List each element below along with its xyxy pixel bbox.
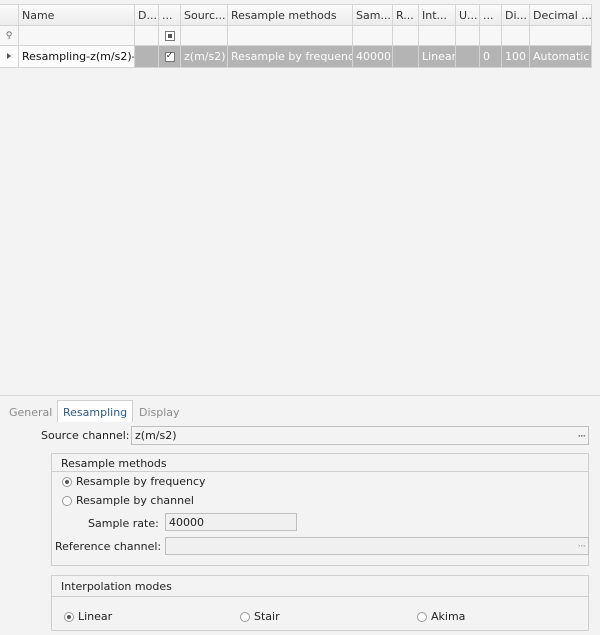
tab-general[interactable]: General <box>4 402 57 423</box>
radio-button-akima[interactable] <box>417 611 427 622</box>
radio-button-stair[interactable] <box>240 611 250 622</box>
filter-check[interactable] <box>159 26 181 45</box>
col-header-indicator <box>0 5 19 25</box>
resample-methods-title: Resample methods <box>61 457 167 470</box>
filter-decimal[interactable] <box>530 26 592 45</box>
sample-rate-input[interactable]: 40000 <box>165 513 297 531</box>
radio-label-linear: Linear <box>78 610 113 623</box>
col-header-interpolation[interactable]: Int... <box>419 5 456 25</box>
filter-sample-rate[interactable] <box>353 26 393 45</box>
filter-resample-methods[interactable] <box>228 26 353 45</box>
filter-dots[interactable] <box>480 26 502 45</box>
radio-label-frequency: Resample by frequency <box>76 475 206 488</box>
filter-interpolation[interactable] <box>419 26 456 45</box>
cell-u[interactable] <box>456 46 480 67</box>
cell-check[interactable]: ✓ <box>159 46 181 67</box>
sample-rate-value: 40000 <box>169 515 204 529</box>
cell-name[interactable]: Resampling-z(m/s2)-1 <box>19 46 135 67</box>
row-checkbox[interactable]: ✓ <box>164 51 175 62</box>
source-channel-value: z(m/s2) <box>135 429 177 442</box>
filter-pin-icon: ⚲ <box>0 26 19 45</box>
radio-interpolation-akima[interactable]: Akima <box>417 610 465 623</box>
col-header-dots[interactable]: ... <box>480 5 502 25</box>
filter-d[interactable] <box>135 26 159 45</box>
col-header-decimal[interactable]: Decimal ... <box>530 5 592 25</box>
interpolation-modes-title: Interpolation modes <box>61 580 172 593</box>
filter-row: ⚲ <box>0 26 592 46</box>
col-header-d[interactable]: D... <box>135 5 159 25</box>
radio-resample-by-channel[interactable]: Resample by channel <box>62 494 194 507</box>
table-row[interactable]: Resampling-z(m/s2)-1 ✓ z(m/s2) Resample … <box>0 46 592 68</box>
filter-di[interactable] <box>502 26 530 45</box>
radio-button-frequency[interactable] <box>62 476 72 487</box>
reference-channel-browse-button[interactable]: ··· <box>578 540 586 553</box>
cell-sample-rate[interactable]: 40000 <box>353 46 393 67</box>
resample-methods-group: Resample methods Resample by frequency R… <box>51 453 589 566</box>
cell-decimal[interactable]: Automatic <box>530 46 592 67</box>
radio-resample-by-frequency[interactable]: Resample by frequency <box>62 475 206 488</box>
cell-source[interactable]: z(m/s2) <box>181 46 228 67</box>
source-channel-browse-button[interactable]: ··· <box>578 429 586 442</box>
col-header-check[interactable]: ... <box>159 5 181 25</box>
cell-interpolation[interactable]: Linear <box>419 46 456 67</box>
col-header-name[interactable]: Name <box>19 5 135 25</box>
reference-channel-label: Reference channel: <box>55 540 162 553</box>
col-header-sample-rate[interactable]: Sam... <box>353 5 393 25</box>
resampling-panel: Source channel: z(m/s2) ··· Resample met… <box>0 422 600 635</box>
cell-resample-method[interactable]: Resample by frequency <box>228 46 353 67</box>
radio-interpolation-linear[interactable]: Linear <box>64 610 112 623</box>
filter-source[interactable] <box>181 26 228 45</box>
cell-di[interactable]: 100 <box>502 46 530 67</box>
interpolation-modes-group: Interpolation modes Linear Stair Akima <box>51 575 589 631</box>
radio-interpolation-stair[interactable]: Stair <box>240 610 280 623</box>
tab-display[interactable]: Display <box>134 402 185 423</box>
col-header-u[interactable]: U... <box>456 5 480 25</box>
reference-channel-field[interactable]: ··· <box>165 537 589 555</box>
tab-resampling[interactable]: Resampling <box>57 400 134 423</box>
filter-r[interactable] <box>393 26 419 45</box>
sample-rate-label: Sample rate: <box>88 517 159 530</box>
radio-label-channel: Resample by channel <box>76 494 194 507</box>
tabs-bar: General Resampling Display <box>0 395 600 423</box>
radio-button-linear[interactable] <box>64 611 74 622</box>
source-channel-label: Source channel: <box>41 429 130 442</box>
radio-label-stair: Stair <box>254 610 280 623</box>
row-expand-arrow-icon[interactable] <box>0 46 19 67</box>
filter-name[interactable] <box>19 26 135 45</box>
col-header-di[interactable]: Di... <box>502 5 530 25</box>
source-channel-field[interactable]: z(m/s2) ··· <box>131 426 589 445</box>
col-header-r[interactable]: R... <box>393 5 419 25</box>
channel-grid: Name D... ... Sourc... Resample methods … <box>0 0 600 395</box>
radio-button-channel[interactable] <box>62 495 72 506</box>
filter-checkbox[interactable] <box>164 30 175 41</box>
filter-u[interactable] <box>456 26 480 45</box>
radio-label-akima: Akima <box>431 610 466 623</box>
cell-dots[interactable]: 0 <box>480 46 502 67</box>
cell-r[interactable] <box>393 46 419 67</box>
col-header-resample-methods[interactable]: Resample methods <box>228 5 353 25</box>
grid-header: Name D... ... Sourc... Resample methods … <box>0 4 592 26</box>
col-header-source[interactable]: Sourc... <box>181 5 228 25</box>
cell-d[interactable] <box>135 46 159 67</box>
